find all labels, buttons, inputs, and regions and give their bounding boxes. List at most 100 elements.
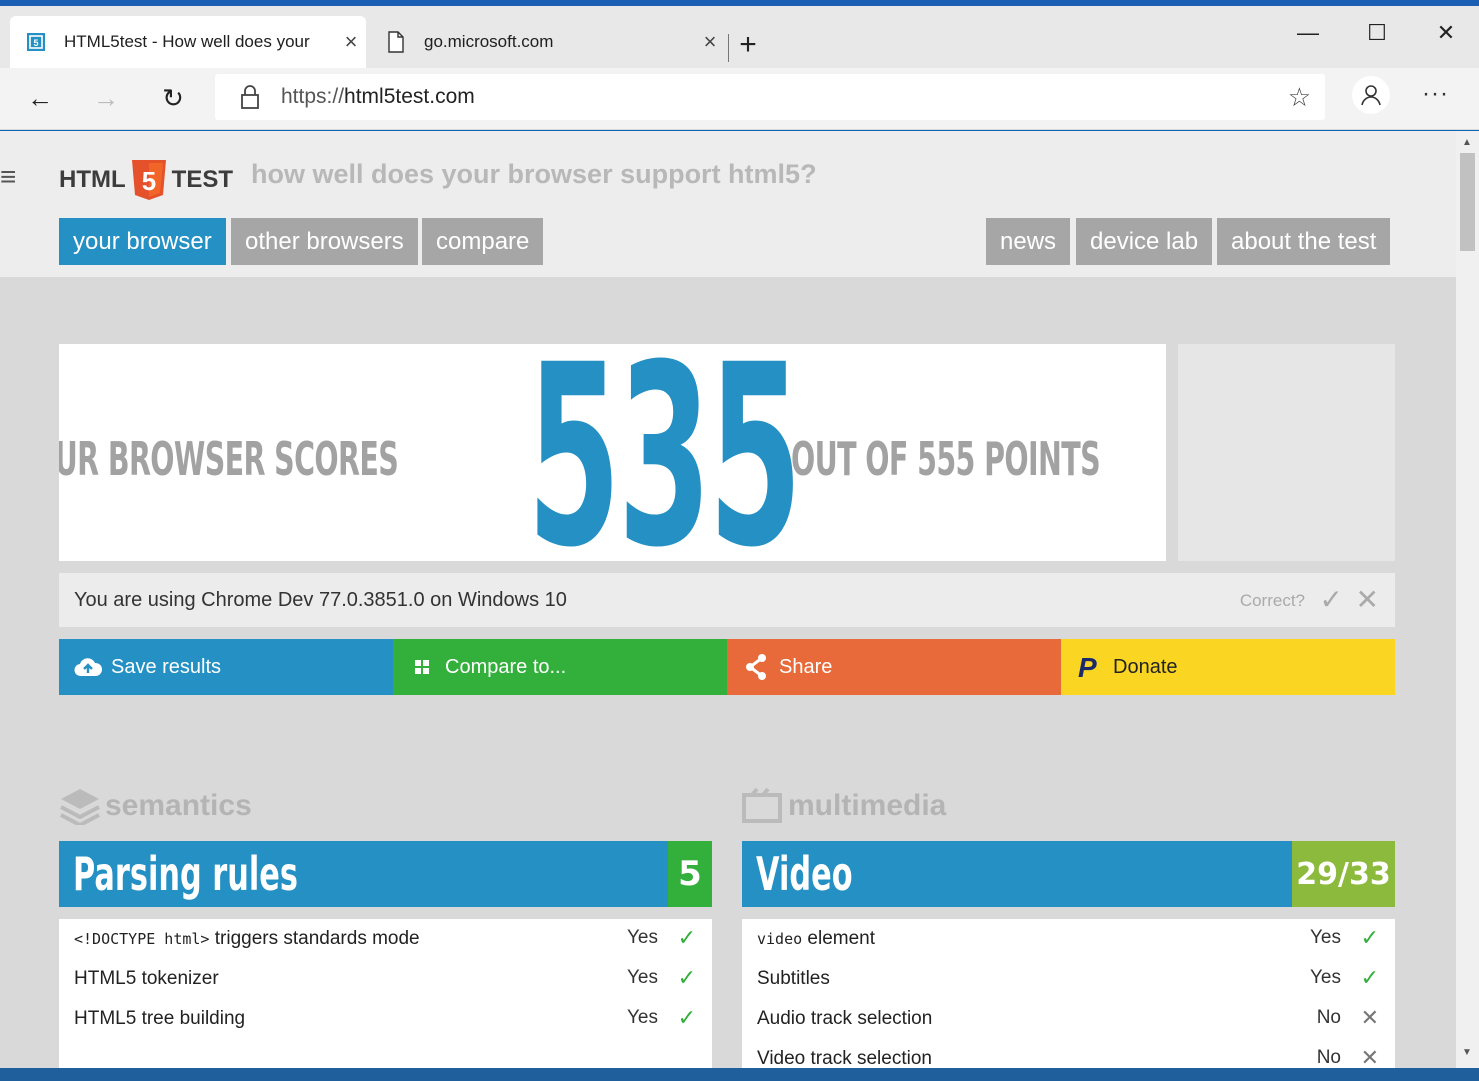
section-video[interactable]: Video 29/33 — [742, 841, 1395, 907]
score-banner: YOUR BROWSER SCORES 535 OUT OF 555 POINT… — [59, 344, 1166, 561]
row-label: triggers standards mode — [209, 928, 420, 949]
action-bar: Save results Compare to... Share P Donat… — [59, 639, 1395, 695]
cross-icon: ✕ — [1360, 1005, 1379, 1030]
tab-bar: 5 HTML5test - How well does your × go.mi… — [0, 6, 1479, 68]
section-score: 29/33 — [1292, 841, 1395, 907]
list-item[interactable]: Video track selection No ✕ — [742, 1039, 1395, 1068]
code-video: video — [757, 930, 803, 948]
check-icon: ✓ — [677, 925, 696, 950]
confirm-correct-icon[interactable]: ✓ — [1320, 583, 1343, 616]
logo-mark-text: 5 — [141, 166, 155, 196]
score-prefix: YOUR BROWSER SCORES — [59, 432, 399, 486]
tab-go-microsoft[interactable]: go.microsoft.com × — [370, 16, 725, 68]
row-result: Yes — [627, 967, 658, 988]
row-label: Audio track selection — [757, 1008, 933, 1029]
browser-detection-bar: You are using Chrome Dev 77.0.3851.0 on … — [59, 573, 1395, 627]
nav-your-browser[interactable]: your browser — [59, 218, 226, 265]
donate-label: Donate — [1113, 655, 1178, 678]
close-tab-icon[interactable]: × — [695, 29, 725, 55]
back-button[interactable]: ← — [20, 80, 60, 116]
nav-other-browsers[interactable]: other browsers — [231, 218, 418, 265]
profile-button[interactable] — [1352, 76, 1390, 114]
section-parsing-rules[interactable]: Parsing rules 5 — [59, 841, 712, 907]
taskbar-edge — [0, 1068, 1479, 1081]
check-icon: ✓ — [677, 965, 696, 990]
tab-html5test[interactable]: 5 HTML5test - How well does your × — [10, 16, 366, 68]
row-result: Yes — [1310, 927, 1341, 948]
minimize-button[interactable]: — — [1285, 16, 1331, 50]
section-title: Video — [756, 847, 853, 901]
row-label: HTML5 tokenizer — [74, 968, 219, 989]
maximize-button[interactable]: ☐ — [1354, 16, 1400, 50]
list-item[interactable]: Audio track selection No ✕ — [742, 999, 1395, 1039]
address-bar[interactable]: https://html5test.com ☆ — [215, 74, 1325, 120]
compare-to-label: Compare to... — [445, 655, 567, 678]
nav-compare[interactable]: compare — [422, 218, 544, 265]
hamburger-menu-icon[interactable]: ≡ — [0, 161, 16, 193]
lock-icon[interactable] — [233, 80, 267, 114]
score-side-panel — [1178, 344, 1395, 561]
code-doctype: <!DOCTYPE html> — [74, 930, 210, 948]
scroll-up-arrow-icon[interactable]: ▲ — [1462, 137, 1472, 148]
list-item[interactable]: Subtitles Yes ✓ — [742, 959, 1395, 999]
more-menu-button[interactable]: ··· — [1422, 80, 1449, 108]
check-icon: ✓ — [1360, 925, 1379, 950]
nav-about-the-test[interactable]: about the test — [1217, 218, 1391, 265]
list-item[interactable]: video element Yes ✓ — [742, 919, 1395, 959]
site-tagline: how well does your browser support html5… — [251, 159, 817, 189]
svg-text:P: P — [1078, 653, 1097, 681]
row-label: HTML5 tree building — [74, 1008, 246, 1029]
score-suffix: OUT OF 555 POINTS — [791, 432, 1101, 486]
close-tab-icon[interactable]: × — [336, 29, 366, 55]
row-result: Yes — [1310, 967, 1341, 988]
new-tab-button[interactable]: + — [735, 28, 761, 62]
layers-icon — [60, 789, 100, 825]
grid-icon — [407, 652, 437, 682]
navigation-bar: ← → ↻ https://html5test.com ☆ ··· — [0, 68, 1479, 130]
url-scheme: https:// — [281, 85, 345, 108]
row-result: No — [1316, 1047, 1341, 1068]
scroll-down-arrow-icon[interactable]: ▼ — [1462, 1047, 1472, 1058]
row-label: Subtitles — [757, 968, 830, 989]
check-icon: ✓ — [677, 1005, 696, 1030]
parsing-rules-list: <!DOCTYPE html> triggers standards mode … — [59, 919, 712, 1068]
logo-text-html: HTML — [59, 166, 126, 193]
save-results-label: Save results — [111, 655, 222, 678]
list-item[interactable]: HTML5 tree building Yes ✓ — [59, 999, 712, 1039]
tab-separator — [728, 34, 729, 62]
favorite-star-icon[interactable]: ☆ — [1288, 82, 1311, 113]
refresh-button[interactable]: ↻ — [153, 80, 193, 116]
list-item[interactable]: <!DOCTYPE html> triggers standards mode … — [59, 919, 712, 959]
tab-title: HTML5test - How well does your — [64, 32, 310, 51]
site-header: ≡ HTML 5 TEST how well does your browser… — [0, 131, 1456, 277]
save-results-button[interactable]: Save results — [59, 639, 393, 695]
share-button[interactable]: Share — [727, 639, 1061, 695]
category-name: multimedia — [788, 789, 947, 822]
scrollbar-thumb[interactable] — [1460, 153, 1475, 251]
close-window-button[interactable]: ✕ — [1423, 16, 1469, 50]
row-label: Video track selection — [757, 1048, 932, 1068]
person-icon — [1361, 85, 1381, 106]
category-name: semantics — [105, 789, 252, 822]
paypal-icon: P — [1075, 652, 1105, 682]
url-text[interactable]: https://html5test.com — [281, 85, 475, 109]
vertical-scrollbar[interactable]: ▲ ▼ — [1456, 131, 1479, 1068]
site-logo[interactable]: HTML 5 TEST — [59, 159, 233, 201]
html5-favicon-icon: 5 — [26, 32, 46, 52]
cross-icon: ✕ — [1360, 1045, 1379, 1068]
logo-text-test: TEST — [171, 166, 233, 193]
row-result: Yes — [627, 1007, 658, 1028]
video-list: video element Yes ✓ Subtitles Yes ✓ Audi… — [742, 919, 1395, 1068]
forward-button[interactable]: → — [86, 80, 126, 116]
donate-button[interactable]: P Donate — [1061, 639, 1395, 695]
html5-shield-icon: 5 — [131, 160, 166, 200]
cloud-upload-icon — [73, 652, 103, 682]
nav-device-lab[interactable]: device lab — [1076, 218, 1213, 265]
reject-correct-icon[interactable]: ✕ — [1356, 583, 1379, 616]
share-label: Share — [779, 655, 833, 678]
list-item[interactable]: HTML5 tokenizer Yes ✓ — [59, 959, 712, 999]
category-multimedia: multimedia — [742, 787, 946, 825]
page-icon — [386, 31, 406, 53]
compare-to-button[interactable]: Compare to... — [393, 639, 727, 695]
nav-news[interactable]: news — [986, 218, 1071, 265]
